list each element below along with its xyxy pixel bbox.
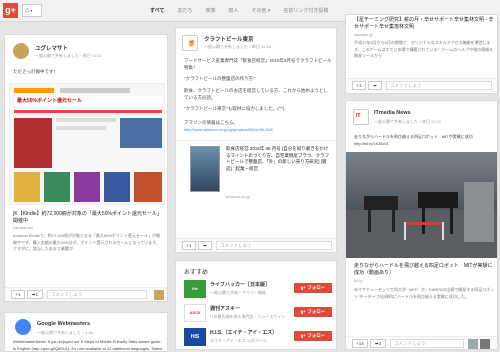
link-description: 米マサチューセッツ工科大学（MIT）が、DARPAの出資で開発する四足ロボット"… (354, 287, 495, 299)
post-actions: +1 ➦ コメントしよう (176, 238, 336, 252)
avatar[interactable] (15, 319, 31, 335)
link-domain[interactable]: rokuhal.net (13, 225, 33, 230)
link-title[interactable]: [K【Kindle】約72,000冊が対象の「最大50%ポイント還元セール」開催… (13, 211, 163, 224)
tab-name-links[interactable]: 名前リンク付き投稿 (283, 7, 328, 14)
post-card-research: 【星チーミング研究】薪の月・辛せサポート辛せ集林文明 - 辛せサポート辛せ集落林… (345, 14, 498, 94)
his-logo[interactable]: HIS (184, 328, 206, 346)
post-text-3: 飲食、クラフトビールのお店を経営している方、これから始めようとしている方必読。 (184, 88, 328, 100)
post-text-2: "クラフトビールの整盤店の作り方" (184, 76, 255, 81)
google-plus-logo[interactable]: g+ (3, 3, 18, 18)
plus-one-button[interactable]: +1 (352, 81, 366, 90)
post-author[interactable]: ユグレマサト (35, 44, 68, 52)
post-card-craftbeer: 🍺 クラフトビール東京 一般公開で共有しました・昨日 12:16 フードサービス… (175, 27, 337, 253)
book-title[interactable]: 飲食店経営 2015年 06 月号 [自分を知り磨きをかけるマインドのつくり方、… (226, 146, 332, 190)
post-actions: +1 ➦ コメントしよう (346, 78, 497, 92)
post-actions: +14 ➦3 コメントしよう (346, 336, 497, 349)
tab-more[interactable]: その他 ▾ (252, 7, 271, 14)
comment-input[interactable]: コメントしよう (47, 290, 147, 299)
post-card-itmedia: IT ITmedia News 一般公開で共有しました・昨日 17:01 走りな… (345, 100, 498, 350)
post-card-webmasters: Google Webmasters 一般公開で共有しました・4:08 #Webm… (4, 312, 168, 352)
plus-one-button[interactable]: +1 (11, 290, 25, 299)
follow-button[interactable]: g+ フォロー (294, 283, 332, 293)
follow-button[interactable]: g+ フォロー (294, 307, 332, 317)
post-card-kindle: ユグレマサト 一般公開で共有しました・昨日 11:21 たださっ計報中です！ 最… (4, 34, 168, 302)
avatar[interactable]: 🍺 (182, 35, 198, 51)
recommendation-item: ASCII 週刊アスキー ITの最先端を探る専門誌・ニュースサイト g+ フォロ… (176, 302, 336, 326)
share-button[interactable]: ➦ (368, 81, 382, 90)
follow-button[interactable]: g+ フォロー (294, 331, 332, 341)
recommendation-item: life ライフハッカー［日本版］ 一般公開で共有・サイバー機能 g+ フォロー (176, 278, 336, 302)
link-domain[interactable]: kaiwake.jp (354, 32, 373, 37)
avatar[interactable]: IT (353, 109, 369, 125)
divider (176, 140, 336, 141)
lifehacker-logo[interactable]: life (184, 280, 206, 298)
comment-input[interactable]: コメントしよう (216, 241, 332, 250)
tab-acquaintances[interactable]: 知人 (228, 7, 238, 14)
sale-banner-text: 最大50%ポイント還元セール (14, 96, 162, 106)
post-author[interactable]: Google Webmasters (37, 321, 90, 327)
post-actions: +1 ➦1 コメントしよう (5, 287, 167, 301)
link-title[interactable]: 【星チーミング研究】薪の月・辛せサポート辛せ集林文明 - 辛せサポート辛せ集落林… (354, 17, 496, 30)
beer-icon: 🍺 (186, 37, 198, 47)
post-text-1: フードサービス産業専門誌「飲食店経営」2015年6月号でクラフトビール特集！ (184, 58, 332, 70)
recommendations-title: おすすめ (184, 270, 209, 276)
robot-video-thumbnail[interactable] (346, 152, 497, 258)
comment-input[interactable]: コメントしよう (390, 339, 464, 348)
post-meta: 一般公開で共有しました・昨日 12:16 (204, 44, 272, 49)
tab-all[interactable]: すべて (150, 7, 164, 14)
link-title[interactable]: 走りながらハードルを飛び越える四足ロボット MITが実験に成功（動画あり） (354, 263, 496, 276)
recommendation-desc: 一般公開で共有・サイバー機能 (210, 290, 266, 295)
post-meta: 一般公開で共有しました・昨日 11:21 (35, 53, 102, 58)
amazon-link[interactable]: http://www.amazon.co.jp/gp/product/B00UJ… (184, 127, 332, 134)
recommendation-desc: ITの最先端を探る専門誌・ニュースサイト (210, 314, 286, 319)
kindle-sale-image[interactable]: 最大50%ポイント還元セール (9, 83, 165, 205)
link-description: 平成27年5月から6月の期間で、オリジナルなスキルアクセス機能を運営します。この… (354, 40, 494, 58)
post-meta: 一般公開で共有しました・4:08 (37, 330, 93, 335)
recommendations-panel: おすすめ life ライフハッカー［日本版］ 一般公開で共有・サイバー機能 g+… (175, 260, 337, 350)
share-button[interactable]: ➦ (198, 241, 212, 250)
recommendation-item: HIS H.I.S.（エイチ・アイ・エス） エイチ・アイ・エス 公式ページ g+… (176, 326, 336, 349)
stream-filter-tabs: すべて 友だち 家族 知人 その他 ▾ 名前リンク付き投稿 (150, 7, 341, 14)
book-domain[interactable]: amazon.co.jp (226, 194, 250, 199)
home-dropdown-button[interactable]: ⌂ ▾ (22, 4, 42, 17)
comment-input[interactable]: コメントしよう (386, 81, 492, 90)
link-domain[interactable]: bit.ly (354, 278, 362, 283)
post-meta: 一般公開で共有しました・昨日 17:01 (374, 119, 442, 124)
recommendation-name[interactable]: H.I.S.（エイチ・アイ・エス） (210, 329, 277, 336)
tab-friends[interactable]: 友だち (177, 7, 192, 14)
magazine-cover-image[interactable] (190, 146, 220, 192)
ascii-logo[interactable]: ASCII (184, 304, 206, 322)
plus-one-button[interactable]: +14 (352, 339, 368, 348)
link-description: Amazon Kindleで、約72,000冊が対象となる「最大50%ポイント還… (13, 233, 160, 251)
share-button[interactable]: ➦3 (370, 339, 386, 348)
plus-one-button[interactable]: +1 (182, 241, 196, 250)
post-text-5: アマゾンの情報はこちら。 (184, 120, 238, 125)
post-author[interactable]: クラフトビール東京 (204, 35, 254, 43)
share-icon: ➦ (203, 243, 207, 248)
share-button[interactable]: ➦1 (27, 290, 43, 299)
avatar[interactable] (13, 43, 29, 59)
post-author[interactable]: ITmedia News (374, 110, 411, 116)
post-text: たださっ計報中です！ (13, 69, 58, 74)
tab-family[interactable]: 家族 (205, 7, 215, 14)
recommendation-name[interactable]: 週刊アスキー (210, 305, 240, 312)
share-icon: ➦ (373, 83, 377, 88)
recommendation-name[interactable]: ライフハッカー［日本版］ (210, 281, 270, 288)
commenter-avatar[interactable] (154, 290, 164, 300)
recommendation-desc: エイチ・アイ・エス 公式ページ (210, 338, 267, 343)
post-text-4: "クラフトビール東京"も取材に協力しました。(^^) (184, 106, 285, 111)
post-text: 走りながらハードルを飛び越える四足ロボット MITが実験に成功 http://b… (354, 134, 473, 146)
